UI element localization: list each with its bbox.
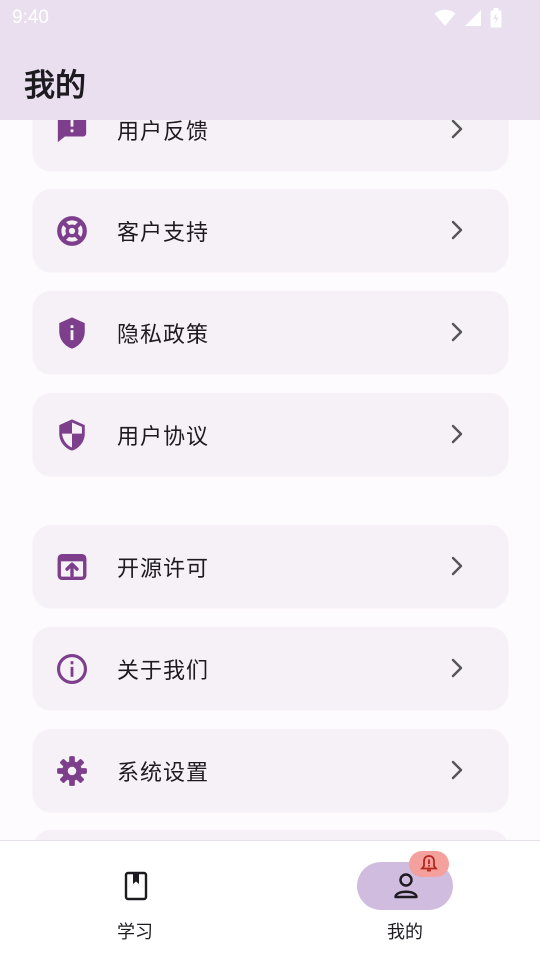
menu-item-partial [33, 830, 508, 840]
menu-item-support[interactable]: 客户支持 [33, 189, 508, 271]
menu-item-label: 客户支持 [117, 221, 210, 246]
menu-item-about[interactable]: 关于我们 [33, 627, 508, 709]
agreement-shield-icon [59, 419, 85, 451]
menu-item-open-source[interactable]: 开源许可 [33, 525, 508, 607]
notification-badge [409, 851, 449, 877]
chevron-right-icon [451, 556, 463, 576]
book-icon [124, 871, 148, 901]
chevron-right-icon [451, 220, 463, 240]
status-bar: 9:40 [0, 0, 540, 36]
nav-item-mine[interactable]: 我的 [270, 841, 540, 960]
status-icons [434, 8, 502, 28]
nav-item-study[interactable]: 学习 [0, 841, 270, 960]
page-title: 我的 [24, 68, 86, 104]
nav-label: 我的 [387, 922, 423, 943]
chevron-right-icon [451, 760, 463, 780]
privacy-shield-icon [59, 317, 85, 349]
settings-list: 用户反馈 客户支持 隐私政策 用户协议 开源许可 关于我们 系统设置 [0, 0, 540, 840]
menu-item-label: 用户协议 [117, 425, 210, 450]
chevron-right-icon [451, 119, 463, 139]
open-source-icon [57, 553, 87, 581]
menu-item-label: 关于我们 [117, 659, 210, 684]
menu-item-label: 系统设置 [117, 761, 210, 786]
cellular-signal-icon [465, 10, 481, 26]
status-time: 9:40 [12, 7, 49, 28]
battery-icon [490, 8, 502, 28]
top-app-bar: 我的 [0, 36, 540, 120]
settings-gear-icon [57, 756, 87, 786]
nav-label: 学习 [117, 922, 153, 943]
bottom-navigation: 学习 我的 [0, 840, 540, 960]
menu-item-label: 隐私政策 [117, 323, 210, 348]
menu-item-settings[interactable]: 系统设置 [33, 729, 508, 811]
chevron-right-icon [451, 322, 463, 342]
chevron-right-icon [451, 424, 463, 444]
chevron-right-icon [451, 658, 463, 678]
support-lifebuoy-icon [57, 216, 87, 246]
nav-indicator [87, 862, 183, 910]
wifi-icon [434, 9, 456, 26]
menu-item-label: 开源许可 [117, 557, 210, 582]
menu-item-privacy[interactable]: 隐私政策 [33, 291, 508, 373]
info-icon [56, 653, 88, 685]
menu-item-agreement[interactable]: 用户协议 [33, 393, 508, 475]
alert-bell-icon [420, 855, 438, 872]
